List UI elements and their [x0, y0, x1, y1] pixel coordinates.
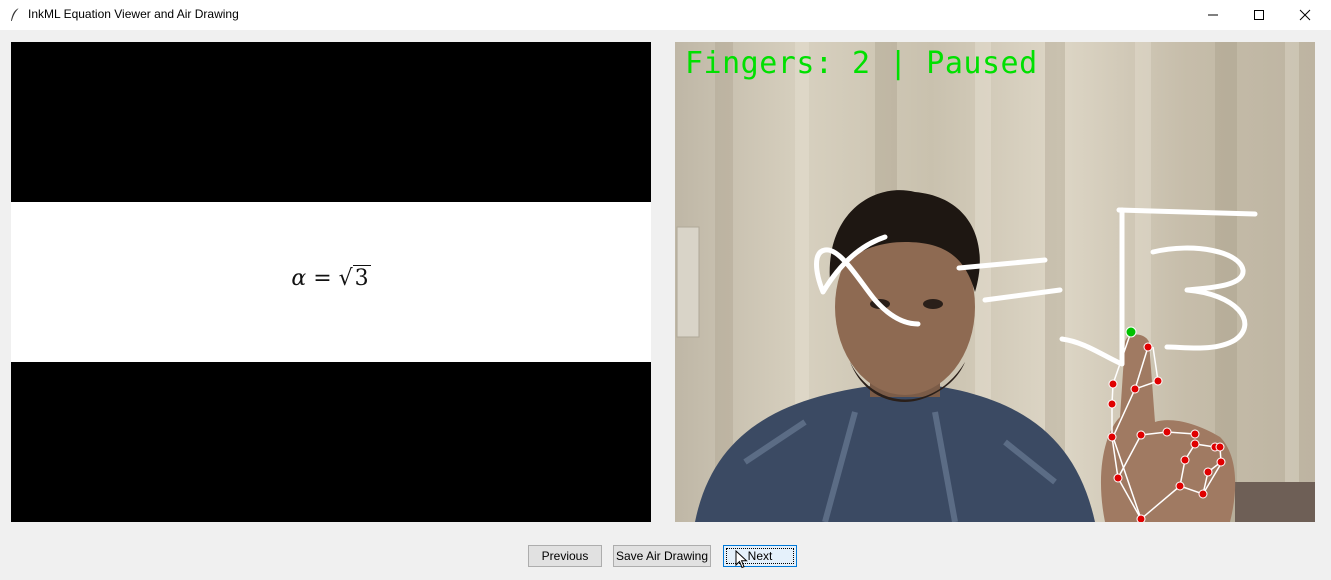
- rendered-equation: α = √3: [11, 265, 651, 291]
- minimize-button[interactable]: [1190, 0, 1236, 30]
- person: [695, 190, 1095, 522]
- save-air-drawing-button[interactable]: Save Air Drawing: [613, 545, 711, 567]
- mouse-cursor-icon: [735, 550, 748, 569]
- close-icon: [1299, 9, 1311, 21]
- equation-root-sign: √: [338, 266, 353, 291]
- title-bar: InkML Equation Viewer and Air Drawing: [0, 0, 1331, 30]
- camera-feed: Fingers: 2 | Paused: [675, 42, 1315, 522]
- equation-canvas: α = √3: [11, 42, 651, 522]
- sofa-background: [1235, 482, 1315, 522]
- wall-switch: [676, 226, 700, 338]
- maximize-icon: [1254, 10, 1264, 20]
- camera-scene: [676, 42, 1315, 522]
- equation-strip: α = √3: [11, 202, 651, 362]
- equation-radicand: 3: [352, 265, 371, 291]
- feather-icon: [8, 7, 22, 23]
- previous-button[interactable]: Previous: [528, 545, 602, 567]
- minimize-icon: [1208, 14, 1218, 16]
- window-title: InkML Equation Viewer and Air Drawing: [28, 7, 239, 21]
- active-fingertip-marker: [1125, 326, 1137, 338]
- close-button[interactable]: [1282, 0, 1328, 30]
- maximize-button[interactable]: [1236, 0, 1282, 30]
- finger-status-overlay: Fingers: 2 | Paused: [685, 46, 1038, 81]
- equation-equals: =: [306, 266, 339, 291]
- equation-alpha: α: [291, 266, 307, 291]
